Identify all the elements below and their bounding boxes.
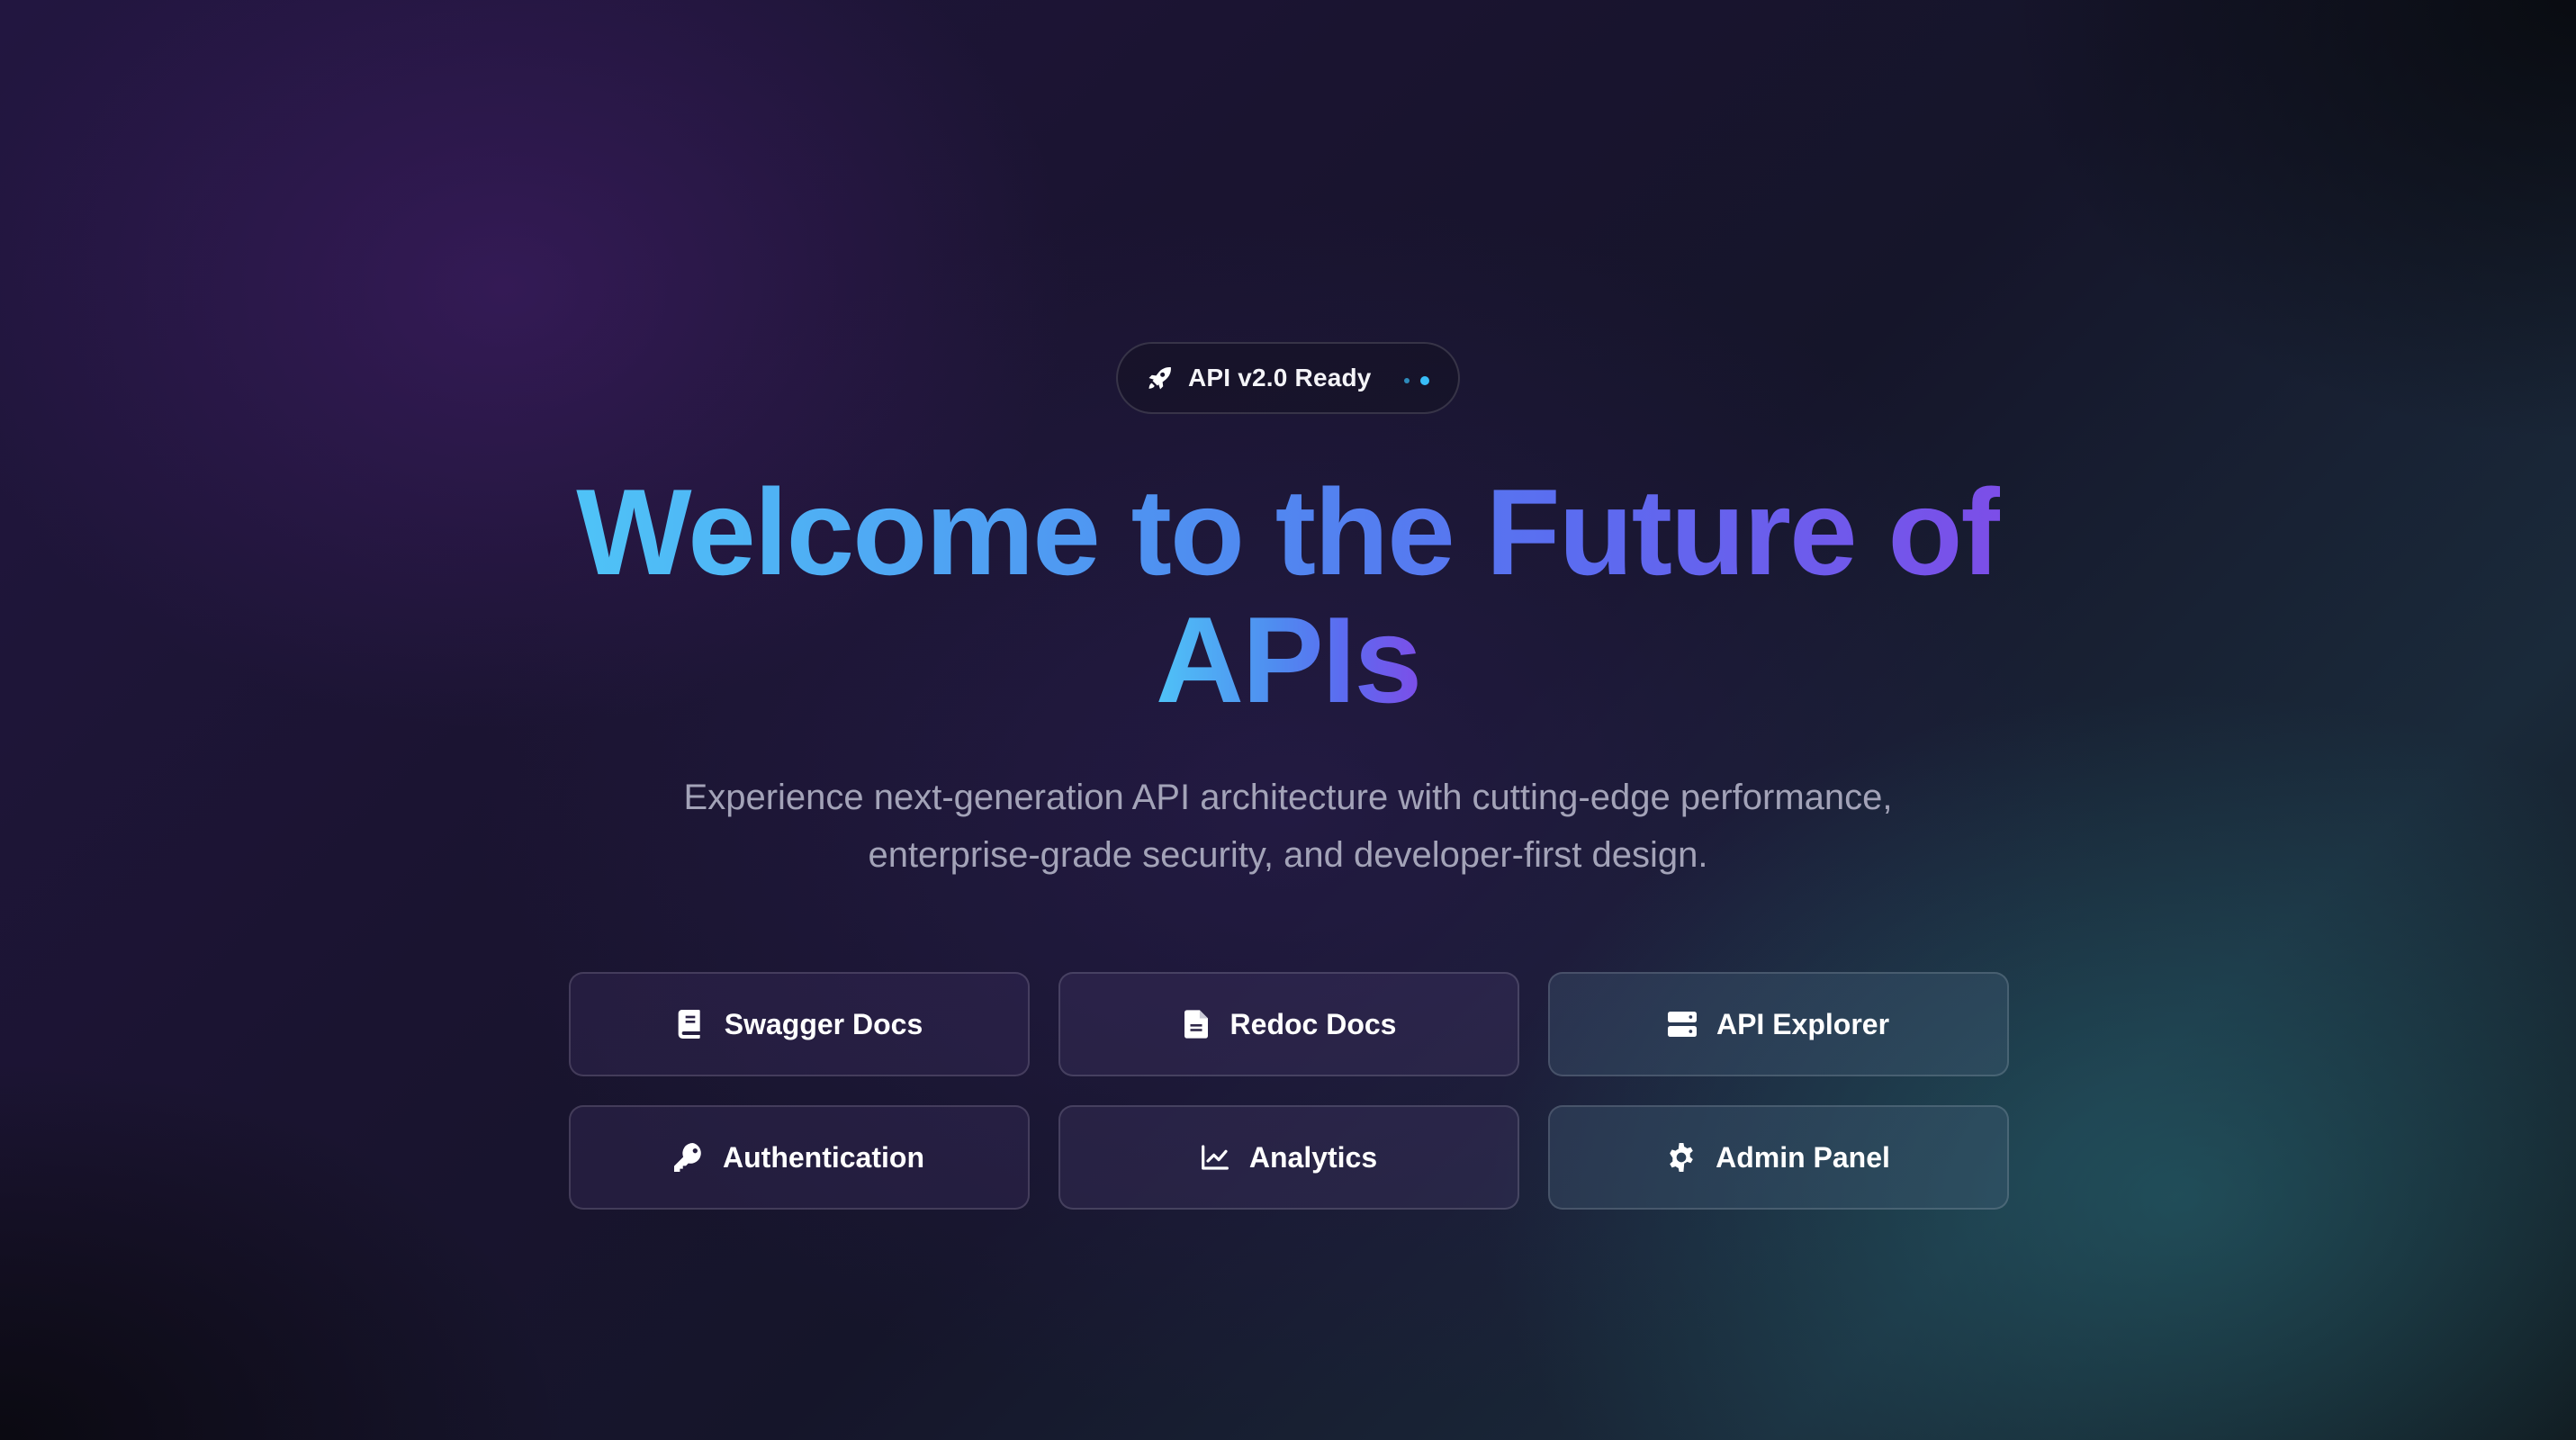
document-icon	[1182, 1010, 1211, 1039]
rocket-icon	[1147, 364, 1174, 392]
hero-section: API v2.0 Ready Welcome to the Future of …	[0, 0, 2576, 1440]
hero-subtitle-line1: Experience next-generation API architect…	[683, 778, 1893, 817]
version-badge: API v2.0 Ready	[1116, 342, 1460, 414]
badge-label: API v2.0 Ready	[1188, 364, 1372, 392]
server-icon	[1667, 1010, 1697, 1039]
status-dots	[1404, 376, 1429, 385]
api-explorer-button[interactable]: API Explorer	[1548, 972, 2009, 1076]
admin-panel-button[interactable]: Admin Panel	[1548, 1105, 2009, 1210]
authentication-button[interactable]: Authentication	[569, 1105, 1030, 1210]
analytics-label: Analytics	[1248, 1140, 1378, 1174]
analytics-button[interactable]: Analytics	[1058, 1105, 1519, 1210]
quick-links-grid: Swagger Docs Redoc Docs API Explorer Aut…	[569, 972, 2009, 1210]
hero-subtitle-line2: enterprise-grade security, and developer…	[868, 835, 1708, 875]
swagger-docs-button[interactable]: Swagger Docs	[569, 972, 1030, 1076]
book-icon	[676, 1010, 705, 1039]
authentication-label: Authentication	[723, 1140, 924, 1174]
gear-icon	[1667, 1143, 1696, 1172]
redoc-docs-label: Redoc Docs	[1229, 1007, 1397, 1040]
swagger-docs-label: Swagger Docs	[724, 1007, 923, 1040]
redoc-docs-button[interactable]: Redoc Docs	[1058, 972, 1519, 1076]
status-dot-small	[1404, 378, 1410, 383]
status-dot	[1420, 376, 1429, 385]
hero-title-line1: Welcome to the Future of	[576, 464, 2002, 600]
api-explorer-label: API Explorer	[1716, 1007, 1890, 1040]
key-icon	[674, 1143, 703, 1172]
hero-subtitle: Experience next-generation API architect…	[568, 769, 2008, 884]
hero-title: Welcome to the Future of APIs	[388, 468, 2188, 724]
chart-line-icon	[1201, 1143, 1229, 1172]
hero-title-line2: APIs	[1155, 591, 1422, 728]
admin-panel-label: Admin Panel	[1716, 1140, 1890, 1174]
